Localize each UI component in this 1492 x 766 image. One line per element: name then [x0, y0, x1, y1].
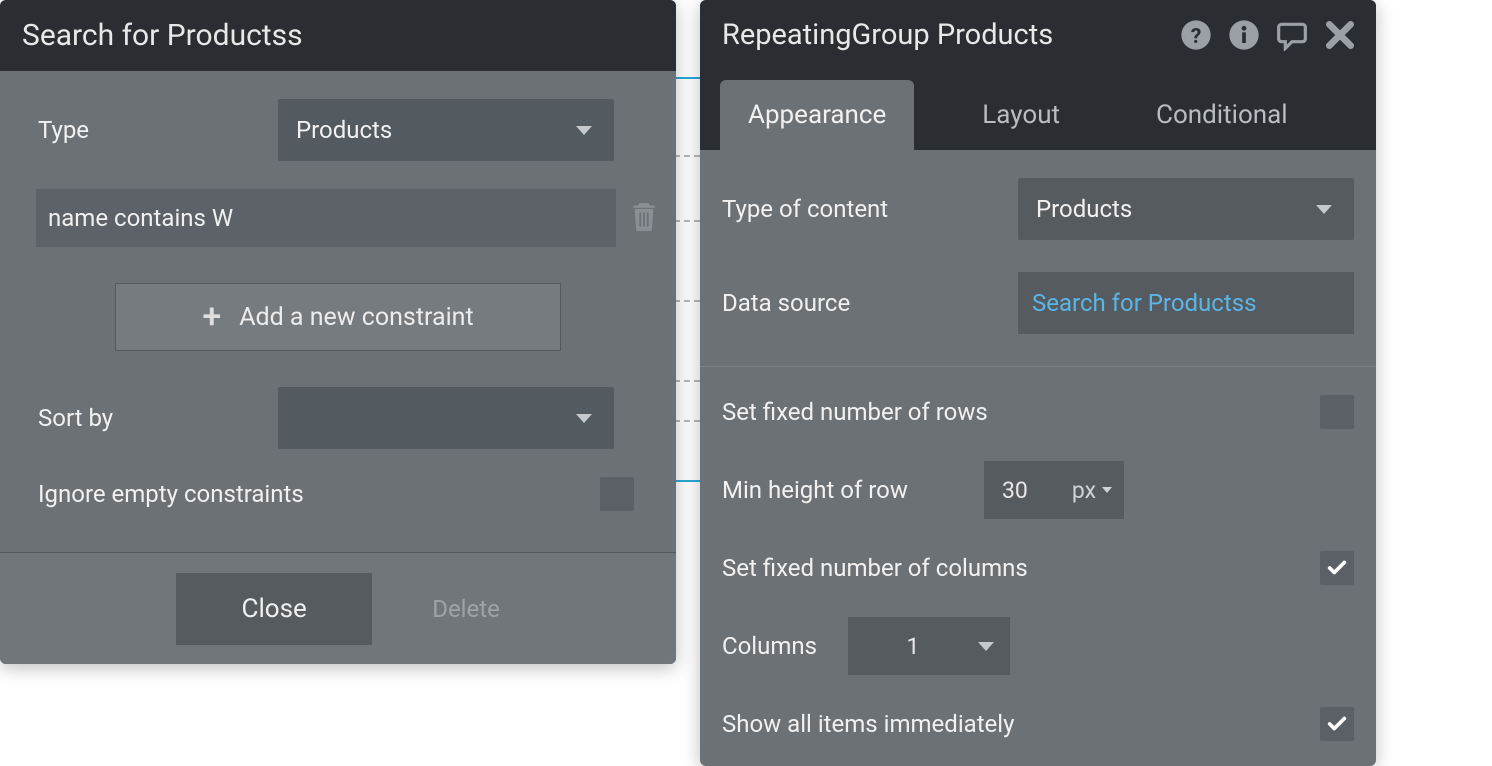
canvas-dashed-line [674, 220, 700, 222]
fixed-cols-checkbox[interactable] [1320, 551, 1354, 585]
tab-conditional-label: Conditional [1156, 100, 1288, 130]
type-of-content-select[interactable]: Products [1018, 178, 1354, 240]
search-editor-panel: Search for Productss Type Products name … [0, 0, 676, 664]
min-height-unit-toggle[interactable]: px [1072, 477, 1112, 504]
columns-value: 1 [848, 633, 978, 660]
sort-by-select[interactable] [278, 387, 614, 449]
columns-label: Columns [722, 632, 848, 660]
type-of-content-label: Type of content [722, 195, 888, 223]
canvas-dashed-line [674, 300, 700, 302]
min-height-value: 30 [1002, 477, 1072, 504]
tab-layout[interactable]: Layout [954, 80, 1088, 150]
min-height-label: Min height of row [722, 476, 984, 504]
close-icon[interactable] [1324, 19, 1356, 51]
svg-text:?: ? [1191, 24, 1202, 49]
chevron-down-icon [1316, 205, 1332, 214]
delete-button[interactable]: Delete [432, 595, 500, 623]
tab-layout-label: Layout [982, 100, 1060, 130]
comment-icon[interactable] [1276, 19, 1308, 51]
canvas-dashed-line [674, 420, 700, 422]
search-editor-footer: Close Delete [0, 552, 676, 664]
type-select[interactable]: Products [278, 99, 614, 161]
property-tabs: Appearance Layout Conditional [700, 70, 1376, 150]
canvas-dashed-line [674, 380, 700, 382]
canvas-guide-line [674, 77, 700, 79]
constraint-expression-input[interactable]: name contains W [36, 189, 616, 247]
chevron-down-icon [576, 414, 592, 423]
close-button[interactable]: Close [176, 573, 372, 645]
tab-appearance-label: Appearance [748, 100, 886, 130]
element-property-titlebar[interactable]: RepeatingGroup Products ? [700, 0, 1376, 70]
canvas-dashed-line [674, 155, 700, 157]
min-height-input[interactable]: 30 px [984, 461, 1124, 519]
tab-appearance[interactable]: Appearance [720, 80, 914, 150]
chevron-down-icon [1102, 487, 1112, 493]
data-source-expression[interactable]: Search for Productss [1018, 272, 1354, 334]
chevron-down-icon [978, 642, 994, 651]
type-select-value: Products [296, 116, 392, 144]
trash-icon[interactable] [630, 199, 658, 237]
show-all-label: Show all items immediately [722, 710, 1014, 738]
search-editor-title: Search for Productss [22, 18, 654, 53]
element-property-title: RepeatingGroup Products [722, 18, 1053, 52]
ignore-empty-label: Ignore empty constraints [18, 480, 600, 508]
plus-icon: + [202, 300, 221, 334]
element-property-panel: RepeatingGroup Products ? Appearance Lay… [700, 0, 1376, 766]
min-height-unit-label: px [1072, 477, 1096, 504]
add-constraint-label: Add a new constraint [239, 303, 473, 332]
appearance-section-divider [700, 366, 1376, 367]
sort-by-label: Sort by [18, 404, 278, 432]
fixed-rows-checkbox[interactable] [1320, 395, 1354, 429]
type-of-content-value: Products [1036, 195, 1132, 223]
chevron-down-icon [576, 126, 592, 135]
columns-select[interactable]: 1 [848, 617, 1010, 675]
canvas-guide-line [674, 480, 700, 482]
fixed-cols-label: Set fixed number of columns [722, 554, 1028, 582]
add-constraint-button[interactable]: + Add a new constraint [115, 283, 561, 351]
fixed-rows-label: Set fixed number of rows [722, 398, 988, 426]
data-source-value: Search for Productss [1032, 289, 1256, 317]
tab-conditional[interactable]: Conditional [1128, 80, 1316, 150]
close-button-label: Close [242, 594, 307, 624]
data-source-label: Data source [722, 289, 850, 317]
info-icon[interactable] [1228, 19, 1260, 51]
type-label: Type [18, 116, 278, 144]
constraint-expression-text: name contains W [48, 204, 233, 232]
ignore-empty-checkbox[interactable] [600, 477, 634, 511]
delete-button-label: Delete [432, 595, 500, 623]
help-icon[interactable]: ? [1180, 19, 1212, 51]
show-all-checkbox[interactable] [1320, 707, 1354, 741]
search-editor-titlebar: Search for Productss [0, 0, 676, 71]
